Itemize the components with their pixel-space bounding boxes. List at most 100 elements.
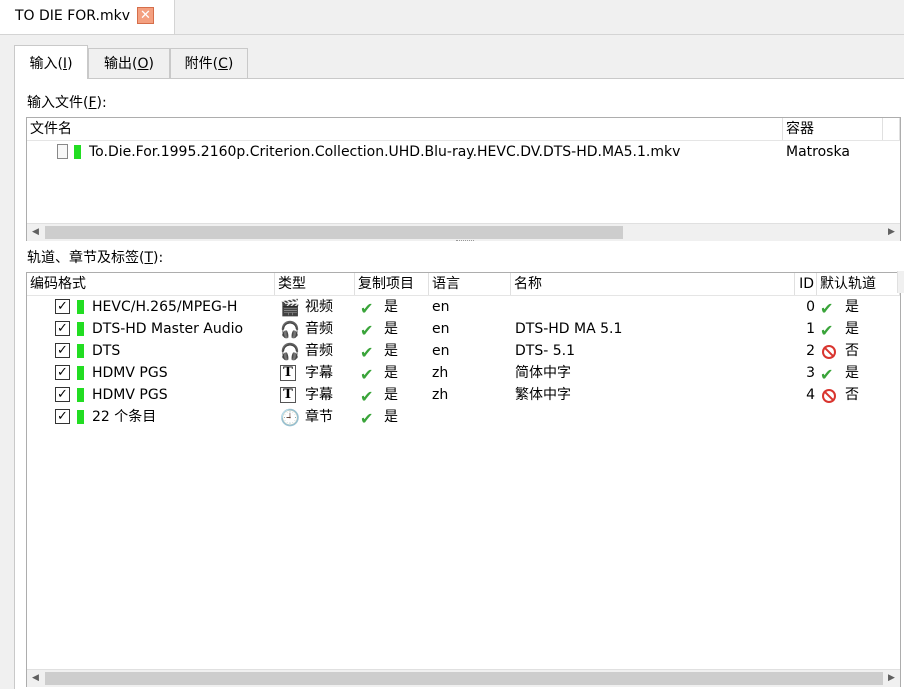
track-row[interactable]: ✓ DTS-HD Master Audio 🎧 音频 ✔ 是 en DTS-HD MA 5.1…	[27, 318, 900, 340]
scrollbar-thumb[interactable]	[45, 672, 883, 685]
check-icon: ✔	[360, 343, 374, 362]
close-icon[interactable]: ✕	[137, 7, 154, 24]
tracks-header: 编码格式 类型 复制项目 语言 名称 ID 默认轨道	[27, 273, 900, 296]
prohibited-icon	[822, 389, 836, 403]
column-header-codec[interactable]: 编码格式	[27, 273, 275, 295]
track-status-indicator	[77, 366, 84, 380]
track-row[interactable]: ✓ HEVC/H.265/MPEG-H 🎬 视频 ✔ 是 en 0 ✔ 是	[27, 296, 900, 318]
column-header-type[interactable]: 类型	[275, 273, 355, 295]
track-name: DTS- 5.1	[515, 343, 575, 359]
check-icon: ✔	[820, 299, 834, 318]
column-header-extra	[883, 118, 900, 140]
track-id	[795, 406, 815, 428]
track-name: 简体中字	[515, 365, 571, 381]
prohibited-icon	[822, 345, 836, 359]
input-file-row[interactable]: To.Die.For.1995.2160p.Criterion.Collecti…	[27, 141, 900, 163]
track-status-indicator	[77, 388, 84, 402]
input-file-name: To.Die.For.1995.2160p.Criterion.Collecti…	[89, 144, 681, 160]
column-header-language[interactable]: 语言	[429, 273, 511, 295]
track-language: en	[432, 343, 450, 359]
scroll-right-icon[interactable]: ▶	[883, 670, 900, 687]
track-name: DTS-HD MA 5.1	[515, 321, 623, 337]
track-type: 字幕	[305, 387, 333, 403]
splitter-handle[interactable]	[456, 240, 474, 245]
column-header-name[interactable]: 名称	[511, 273, 795, 295]
track-codec: HDMV PGS	[92, 365, 168, 381]
column-header-container[interactable]: 容器	[783, 118, 883, 140]
check-icon: ✔	[820, 321, 834, 340]
subtitle-icon: T	[280, 387, 296, 403]
check-icon: ✔	[360, 409, 374, 428]
track-id: 2	[806, 343, 815, 359]
track-status-indicator	[77, 300, 84, 314]
track-copy: 是	[384, 387, 398, 403]
track-id: 1	[806, 321, 815, 337]
track-codec: DTS-HD Master Audio	[92, 321, 244, 337]
track-checkbox[interactable]: ✓	[55, 365, 70, 380]
input-files-list[interactable]: 文件名 容器 To.Die.For.1995.2160p.Criterion.C…	[26, 117, 901, 241]
tracks-label: 轨道、章节及标签(T):	[27, 250, 164, 266]
track-codec: DTS	[92, 343, 121, 359]
scroll-left-icon[interactable]: ◀	[27, 670, 44, 687]
track-copy: 是	[384, 321, 398, 337]
column-header-copy[interactable]: 复制项目	[355, 273, 429, 295]
track-language: en	[432, 321, 450, 337]
check-icon: ✔	[360, 321, 374, 340]
track-id: 3	[806, 365, 815, 381]
scrollbar-thumb[interactable]	[45, 226, 623, 239]
document-tab-title: TO DIE FOR.mkv	[15, 8, 131, 24]
track-default: 是	[845, 321, 859, 337]
tab-attachments[interactable]: 附件(C)	[170, 48, 248, 79]
track-checkbox[interactable]: ✓	[55, 409, 70, 424]
clock-icon: 🕘	[280, 408, 300, 427]
scroll-right-icon[interactable]: ▶	[883, 224, 900, 241]
column-overflow-edge	[897, 271, 904, 293]
track-default: 是	[845, 365, 859, 381]
track-language: en	[432, 299, 450, 315]
check-icon: ✔	[360, 299, 374, 318]
track-row[interactable]: ✓ HDMV PGS T 字幕 ✔ 是 zh 简体中字 3 ✔ 是	[27, 362, 900, 384]
headphones-icon: 🎧	[280, 342, 300, 361]
track-checkbox[interactable]: ✓	[55, 387, 70, 402]
column-header-id[interactable]: ID	[795, 273, 817, 295]
track-language: zh	[432, 365, 449, 381]
file-icon	[57, 144, 68, 159]
track-status-indicator	[77, 344, 84, 358]
track-copy: 是	[384, 409, 398, 425]
column-header-default[interactable]: 默认轨道	[817, 273, 900, 295]
track-checkbox[interactable]: ✓	[55, 343, 70, 358]
track-language: zh	[432, 387, 449, 403]
track-name: 繁体中字	[515, 387, 571, 403]
check-icon: ✔	[820, 365, 834, 384]
track-row[interactable]: ✓ 22 个条目 🕘 章节 ✔ 是	[27, 406, 900, 428]
scroll-left-icon[interactable]: ◀	[27, 224, 44, 241]
tab-input[interactable]: 输入(I)	[14, 45, 88, 79]
track-checkbox[interactable]: ✓	[55, 299, 70, 314]
input-files-header: 文件名 容器	[27, 118, 900, 141]
track-row[interactable]: ✓ DTS 🎧 音频 ✔ 是 en DTS- 5.1 2 否	[27, 340, 900, 362]
tracks-hscrollbar[interactable]: ◀ ▶	[27, 669, 900, 687]
track-default: 否	[845, 343, 859, 359]
check-icon: ✔	[360, 387, 374, 406]
input-files-label: 输入文件(F):	[27, 95, 107, 111]
document-tab-bar: TO DIE FOR.mkv ✕	[0, 0, 904, 35]
column-header-filename[interactable]: 文件名	[27, 118, 783, 140]
track-type: 音频	[305, 321, 333, 337]
tab-output[interactable]: 输出(O)	[88, 48, 170, 79]
track-status-indicator	[77, 322, 84, 336]
track-copy: 是	[384, 343, 398, 359]
input-file-container: Matroska	[786, 144, 850, 160]
track-status-indicator	[77, 410, 84, 424]
track-type: 音频	[305, 343, 333, 359]
file-status-indicator	[74, 145, 81, 159]
track-checkbox[interactable]: ✓	[55, 321, 70, 336]
track-codec: 22 个条目	[92, 409, 157, 425]
input-files-hscrollbar[interactable]: ◀ ▶	[27, 223, 900, 241]
document-tab[interactable]: TO DIE FOR.mkv ✕	[0, 0, 175, 34]
track-copy: 是	[384, 299, 398, 315]
subtitle-icon: T	[280, 365, 296, 381]
check-icon: ✔	[360, 365, 374, 384]
track-id: 4	[806, 387, 815, 403]
tracks-list[interactable]: 编码格式 类型 复制项目 语言 名称 ID 默认轨道 ✓ HEVC/H.265/M…	[26, 272, 901, 687]
track-row[interactable]: ✓ HDMV PGS T 字幕 ✔ 是 zh 繁体中字 4 否	[27, 384, 900, 406]
